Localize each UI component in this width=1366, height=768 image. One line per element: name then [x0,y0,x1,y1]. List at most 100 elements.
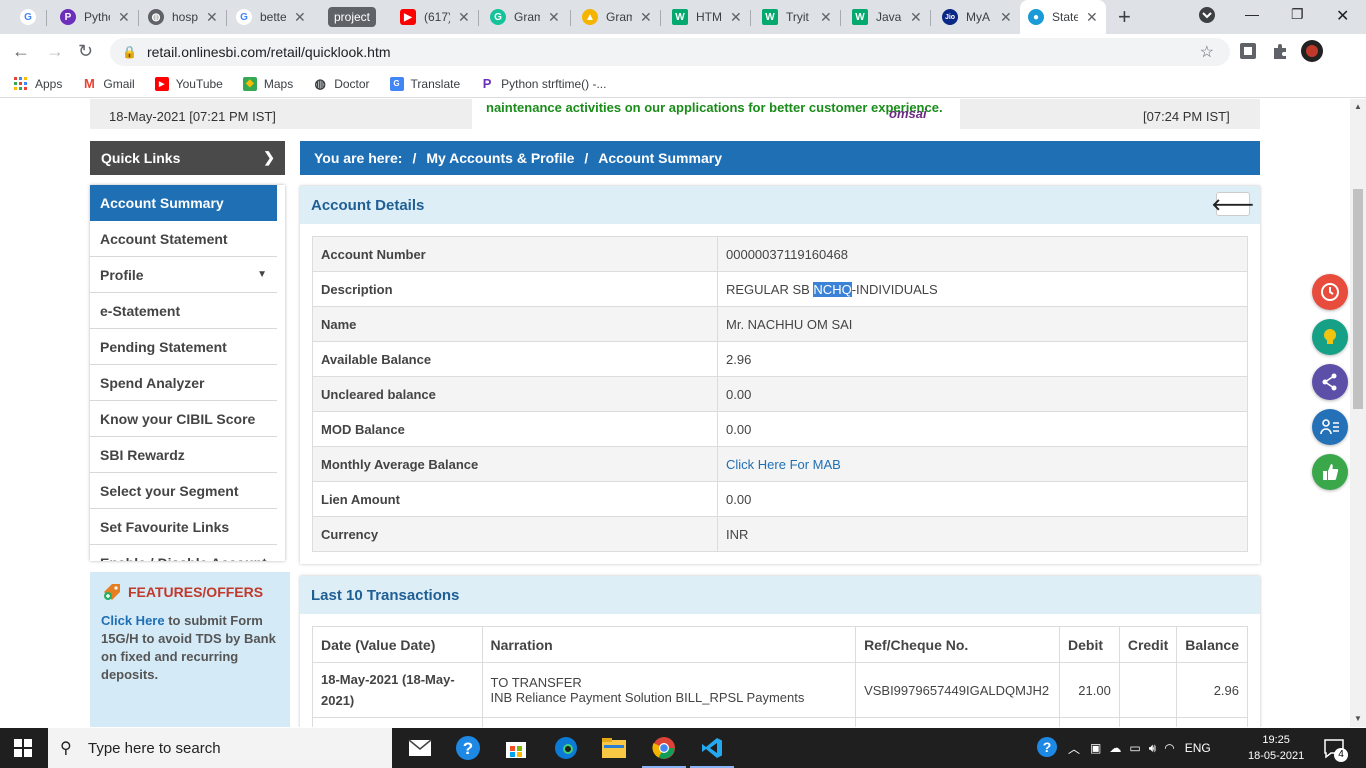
puzzle-icon[interactable] [1271,42,1289,60]
volume-icon[interactable]: 🔊︎ [1149,741,1157,756]
tab-title: (617) [424,10,450,24]
breadcrumb-my-accounts[interactable]: My Accounts & Profile [426,150,574,166]
close-icon[interactable]: ✕ [1086,9,1098,26]
help-tray-icon[interactable]: ? [1036,736,1058,761]
bookmark-apps[interactable]: Apps [14,76,62,91]
tab-state-bank[interactable]: ● State ✕ [1020,0,1106,34]
bookmark-star-icon[interactable]: ☆ [1200,42,1214,62]
features-title-text: FEATURES/OFFERS [128,584,264,600]
windows-start-button[interactable] [14,739,32,760]
close-icon[interactable]: ✕ [458,9,470,26]
profile-list-icon[interactable] [1312,409,1348,445]
scroll-up-icon[interactable]: ▲ [1354,102,1362,111]
bookmark-python-strftime[interactable]: P Python strftime() -... [480,76,607,91]
page-scrollbar[interactable]: ▲ ▼ [1350,99,1366,727]
tab-title: hosp [172,10,198,24]
tab-grammarly[interactable]: G Gram ✕ [482,0,568,34]
tab-better[interactable]: G bette ✕ [228,0,314,34]
click-here-for-mab-link[interactable]: Click Here For MAB [726,457,841,472]
taskbar-clock[interactable]: 19:25 18-05-2021 [1248,732,1304,764]
row-label: Currency [312,516,718,552]
back-button[interactable]: 🡐 [1212,192,1254,216]
click-here-link[interactable]: Click Here [101,613,165,628]
bookmark-translate[interactable]: G Translate [389,76,460,91]
scroll-down-icon[interactable]: ▼ [1354,714,1362,723]
cloud-icon[interactable]: ☁ [1109,741,1121,755]
bookmark-youtube[interactable]: ▶ YouTube [154,76,223,91]
quick-links-header[interactable]: Quick Links ❯ [90,141,285,175]
language-indicator[interactable]: ENG [1185,741,1211,755]
device-icon[interactable]: ▣ [1090,741,1101,755]
close-icon[interactable]: ✕ [294,9,306,26]
transaction-narration [481,717,857,727]
windows-logo-icon [14,739,32,757]
chevron-up-icon[interactable]: ︿ [1068,740,1080,757]
maximize-button[interactable]: ❐ [1291,6,1304,23]
edge-icon[interactable] [552,734,580,762]
tab-hosp[interactable]: ◍ hosp ✕ [140,0,226,34]
forward-arrow-icon[interactable]: → [46,41,64,62]
lightbulb-icon[interactable] [1312,319,1348,355]
globe-icon: ◍ [314,75,326,91]
store-icon[interactable] [502,734,530,762]
close-icon[interactable]: ✕ [820,9,832,26]
tab-python[interactable]: P Pytho ✕ [52,0,138,34]
tab-html[interactable]: W HTM ✕ [664,0,750,34]
sidebar-item-enable-disable-account[interactable]: Enable / Disable Account [90,545,277,562]
sidebar-item-select-segment[interactable]: Select your Segment [90,473,277,509]
tab-group-chip[interactable]: project [328,7,377,27]
help-icon[interactable]: ? [454,734,482,762]
tab-drive[interactable]: ▲ Gram ✕ [574,0,660,34]
profile-avatar[interactable] [1301,40,1323,62]
close-icon[interactable]: ✕ [206,9,218,26]
sidebar-item-e-statement[interactable]: e-Statement [90,293,277,329]
file-explorer-icon[interactable] [600,734,628,762]
close-window-button[interactable]: ✕ [1336,6,1349,26]
sidebar-item-spend-analyzer[interactable]: Spend Analyzer [90,365,277,401]
bookmark-gmail[interactable]: M Gmail [82,76,135,91]
sidebar-item-profile[interactable]: Profile ▼ [90,257,277,293]
vscode-icon[interactable] [690,734,734,768]
taskbar-search-box[interactable]: ⚲ Type here to search [48,728,392,768]
share-icon[interactable] [1312,364,1348,400]
close-icon[interactable]: ✕ [548,9,560,26]
sidebar-item-pending-statement[interactable]: Pending Statement [90,329,277,365]
breadcrumb-account-summary: Account Summary [598,150,722,166]
tab-jio[interactable]: Jio MyA ✕ [934,0,1020,34]
tab-youtube[interactable]: ▶ (617) ✕ [392,0,478,34]
chrome-icon[interactable] [642,734,686,768]
close-icon[interactable]: ✕ [118,9,130,26]
back-arrow-icon[interactable]: ← [12,41,30,62]
tab-java[interactable]: W Java ✕ [844,0,930,34]
history-clock-icon[interactable] [1312,274,1348,310]
sidebar-item-cibil-score[interactable]: Know your CIBIL Score [90,401,277,437]
extension-icon[interactable] [1239,42,1257,60]
notifications-button[interactable]: 4 [1322,728,1348,768]
bookmark-maps[interactable]: ◆ Maps [242,76,293,91]
account-details-table: Account Number 00000037119160468 Descrip… [312,236,1248,552]
minimize-button[interactable]: — [1245,6,1259,22]
close-icon[interactable]: ✕ [910,9,922,26]
bookmark-doctor[interactable]: ◍ Doctor [313,75,370,91]
wifi-icon[interactable]: ◠ [1164,741,1174,755]
quick-links-title: Quick Links [101,150,181,166]
thumbs-up-icon[interactable] [1312,454,1348,490]
mail-icon[interactable] [406,734,434,762]
battery-icon[interactable]: ▭ [1129,741,1140,755]
lock-icon[interactable]: 🔒 [122,45,137,59]
close-icon[interactable]: ✕ [730,9,742,26]
sidebar-item-account-statement[interactable]: Account Statement [90,221,277,257]
reload-icon[interactable]: ↻ [78,41,93,62]
close-icon[interactable]: ✕ [640,9,652,26]
tab-tryit[interactable]: W Tryit ✕ [754,0,840,34]
close-icon[interactable]: ✕ [1000,9,1012,26]
column-header: Date (Value Date) [312,626,483,663]
sidebar-item-favourite-links[interactable]: Set Favourite Links [90,509,277,545]
tab-search-icon[interactable] [1198,6,1216,27]
sidebar-item-account-summary[interactable]: Account Summary [90,185,277,221]
header-info-band: 18-May-2021 [07:21 PM IST] naintenance a… [90,99,1260,129]
new-tab-button[interactable]: + [1118,4,1131,30]
scrollbar-thumb[interactable] [1353,189,1363,409]
address-bar[interactable]: 🔒 retail.onlinesbi.com/retail/quicklook.… [110,38,1230,66]
sidebar-item-sbi-rewardz[interactable]: SBI Rewardz [90,437,277,473]
